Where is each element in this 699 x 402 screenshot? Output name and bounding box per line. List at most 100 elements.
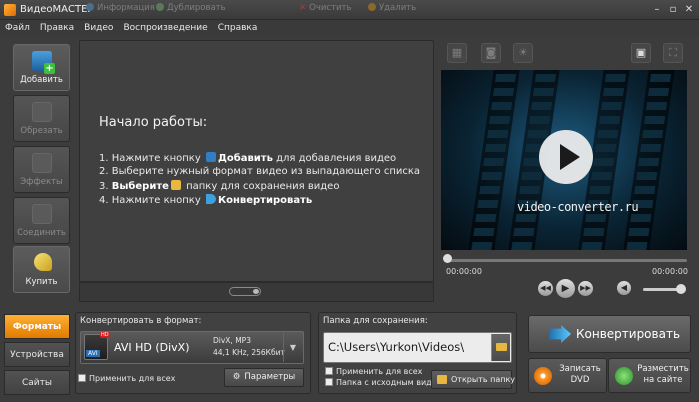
save-apply-all-checkbox[interactable]: Применить для всех bbox=[325, 367, 422, 376]
buy-button[interactable]: Купить bbox=[13, 246, 70, 293]
join-icon bbox=[32, 204, 52, 224]
clear-button[interactable]: ✕ Очистить bbox=[299, 3, 351, 13]
delete-icon bbox=[368, 3, 376, 11]
step-1-post: для добавления видео bbox=[272, 153, 397, 164]
tab-sites[interactable]: Сайты bbox=[4, 370, 70, 395]
rewind-icon[interactable]: ◀◀ bbox=[538, 281, 553, 296]
menu-bar: Файл Правка Видео Воспроизведение Справка bbox=[0, 20, 699, 36]
tab-formats[interactable]: Форматы bbox=[4, 314, 70, 339]
trim-icon bbox=[32, 102, 52, 122]
fast-forward-icon[interactable]: ▶▶ bbox=[578, 281, 593, 296]
volume-icon[interactable]: ◀ bbox=[617, 281, 631, 295]
source-folder-label: Папка с исходным видео bbox=[336, 378, 442, 387]
info-icon bbox=[86, 3, 94, 11]
add-label: Добавить bbox=[20, 75, 63, 85]
join-button[interactable]: Соединить bbox=[13, 197, 70, 244]
menu-video[interactable]: Видео bbox=[79, 20, 118, 36]
step-3-pre: 3. bbox=[99, 181, 112, 192]
duplicate-button[interactable]: Дублировать bbox=[156, 3, 226, 13]
hd-badge: HD bbox=[100, 332, 110, 338]
step-1-pre: 1. Нажмите кнопку bbox=[99, 153, 204, 164]
burn-line-2: DVD bbox=[570, 375, 590, 385]
browse-folder-button[interactable] bbox=[491, 334, 510, 361]
add-button[interactable]: + Добавить bbox=[13, 44, 70, 91]
close-button[interactable]: ✕ bbox=[682, 3, 696, 16]
menu-edit[interactable]: Правка bbox=[35, 20, 79, 36]
source-folder-checkbox[interactable]: Папка с исходным видео bbox=[325, 378, 442, 387]
window-title: ВидеоМАСТЕР bbox=[20, 4, 94, 15]
step-1: 1. Нажмите кнопку Добавить для добавлени… bbox=[99, 152, 396, 164]
film-strip-decoration bbox=[621, 70, 677, 250]
step-4-pre: 4. Нажмите кнопку bbox=[99, 195, 204, 206]
info-label: Информация bbox=[97, 3, 155, 13]
checkbox-icon bbox=[78, 374, 86, 382]
parameters-button[interactable]: ⚙ Параметры bbox=[224, 368, 304, 387]
info-button[interactable]: Информация bbox=[86, 3, 155, 13]
checkbox-icon bbox=[325, 367, 333, 375]
time-total: 00:00:00 bbox=[652, 267, 688, 276]
save-label: Папка для сохранения: bbox=[323, 316, 428, 326]
duplicate-label: Дублировать bbox=[167, 3, 226, 13]
folder-icon bbox=[170, 180, 181, 190]
menu-playback[interactable]: Воспроизведение bbox=[118, 20, 212, 36]
minimize-button[interactable]: – bbox=[650, 3, 664, 16]
upload-globe-icon bbox=[615, 367, 633, 385]
app-logo-icon bbox=[4, 4, 16, 16]
burn-dvd-button[interactable]: Записать DVD bbox=[528, 358, 607, 393]
format-apply-all-checkbox[interactable]: Применить для всех bbox=[78, 374, 175, 383]
clear-icon: ✕ bbox=[299, 3, 307, 13]
effects-button[interactable]: Эффекты bbox=[13, 146, 70, 193]
view-toggle[interactable] bbox=[229, 287, 261, 296]
delete-label: Удалить bbox=[379, 3, 417, 13]
upload-line-1: Разместить bbox=[637, 364, 689, 374]
format-audio: 44,1 KHz, 256Кбит bbox=[213, 348, 285, 357]
format-label: Конвертировать в формат: bbox=[80, 316, 202, 326]
save-apply-all-label: Применить для всех bbox=[336, 367, 423, 376]
fullscreen-icon[interactable]: ⛶ bbox=[663, 43, 683, 63]
step-2-text: 2. Выберите нужный формат видео из выпад… bbox=[99, 166, 421, 177]
effects-icon bbox=[32, 153, 52, 173]
format-name: AVI HD (DivX) bbox=[114, 341, 190, 354]
step-2: 2. Выберите нужный формат видео из выпад… bbox=[99, 166, 420, 177]
restore-button[interactable]: ▫ bbox=[666, 3, 680, 16]
step-1-bold: Добавить bbox=[217, 153, 273, 164]
effects-label: Эффекты bbox=[20, 177, 63, 187]
upload-site-text: Разместить на сайте bbox=[635, 364, 691, 386]
upload-site-button[interactable]: Разместить на сайте bbox=[608, 358, 691, 393]
step-3: 3. Выберите папку для сохранения видео bbox=[99, 180, 339, 192]
seek-handle[interactable] bbox=[443, 254, 452, 263]
seek-bar[interactable] bbox=[447, 259, 687, 262]
format-codec: DivX, MP3 bbox=[213, 336, 251, 345]
frame-capture-icon[interactable]: ◙ bbox=[481, 43, 501, 63]
gear-icon: ⚙ bbox=[232, 372, 241, 382]
burn-dvd-text: Записать DVD bbox=[554, 364, 606, 386]
delete-button[interactable]: Удалить bbox=[368, 3, 416, 13]
convert-arrow-icon bbox=[205, 194, 216, 204]
film-frames-icon[interactable]: ▦ bbox=[447, 43, 467, 63]
clear-label: Очистить bbox=[309, 3, 352, 13]
duplicate-icon bbox=[156, 3, 164, 11]
menu-help[interactable]: Справка bbox=[213, 20, 263, 36]
menu-file[interactable]: Файл bbox=[0, 20, 35, 36]
play-overlay-icon[interactable] bbox=[539, 130, 593, 184]
trim-button[interactable]: Обрезать bbox=[13, 95, 70, 142]
checkbox-icon bbox=[325, 378, 333, 386]
chevron-down-icon[interactable]: ▼ bbox=[283, 333, 302, 362]
trim-label: Обрезать bbox=[20, 126, 63, 136]
folder-check-icon bbox=[437, 375, 447, 384]
open-folder-button[interactable]: Открыть папку bbox=[431, 370, 515, 389]
time-current: 00:00:00 bbox=[446, 267, 482, 276]
tab-devices[interactable]: Устройства bbox=[4, 342, 70, 367]
view-toggle-knob bbox=[253, 289, 259, 294]
upload-line-2: на сайте bbox=[643, 375, 683, 385]
play-icon[interactable]: ▶ bbox=[556, 279, 575, 298]
volume-handle[interactable] bbox=[676, 284, 686, 294]
snapshot-camera-icon[interactable]: ▣ bbox=[631, 43, 651, 63]
add-video-icon: + bbox=[32, 51, 55, 74]
start-title: Начало работы: bbox=[99, 115, 208, 130]
brightness-icon[interactable]: ☀ bbox=[513, 43, 533, 63]
buy-label: Купить bbox=[25, 277, 58, 287]
dvd-disc-icon bbox=[534, 367, 552, 385]
convert-arrow-icon bbox=[549, 325, 571, 343]
step-3-post: папку для сохранения видео bbox=[182, 181, 340, 192]
